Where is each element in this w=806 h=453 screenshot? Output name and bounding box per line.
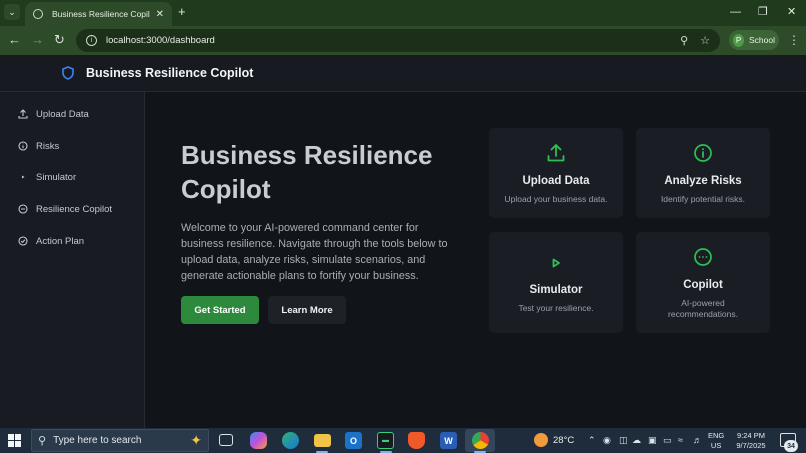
restore-icon[interactable]: ❐ [758, 4, 768, 20]
chrome-app-icon[interactable] [472, 432, 489, 449]
sparkle-icon: ✦ [190, 432, 202, 448]
notification-badge: 34 [784, 440, 798, 452]
bookmark-star-icon[interactable]: ☆ [700, 34, 710, 47]
sidebar-item-resilience-copilot[interactable]: Resilience Copilot [18, 201, 112, 217]
sidebar-item-label: Action Plan [36, 235, 85, 247]
taskbar: ⚲ Type here to search ✦ O ▬ W 28°C ⌃ ◉ ◫… [0, 428, 806, 453]
volume-icon[interactable]: ♬ [693, 435, 702, 446]
check-circle-icon [18, 236, 28, 246]
sidebar-item-label: Resilience Copilot [36, 203, 113, 215]
more-menu-icon[interactable]: ⋮ [788, 32, 800, 48]
site-info-icon[interactable]: i [86, 35, 97, 46]
browser-tab[interactable]: Business Resilience Copilot ✕ [25, 2, 172, 26]
task-view-icon[interactable] [219, 434, 233, 446]
avatar: P [733, 33, 744, 47]
device-icon[interactable]: ◫ [619, 435, 628, 446]
outlook-app-icon[interactable]: O [345, 432, 362, 449]
display-icon[interactable]: ▣ [648, 435, 657, 446]
url-text[interactable]: localhost:3000/dashboard [106, 35, 668, 46]
sidebar-item-label: Risks [36, 140, 60, 152]
forward-icon[interactable]: → [31, 32, 44, 48]
browser-tabstrip: ⌄ Business Resilience Copilot ✕ + — ❐ ✕ [0, 0, 806, 26]
sidebar-item-risks[interactable]: Risks [18, 138, 59, 154]
chevron-down-icon: ⌄ [8, 6, 16, 17]
file-explorer-icon[interactable] [314, 434, 331, 447]
chat-icon [694, 248, 712, 266]
upload-icon [547, 144, 565, 162]
card-upload-data[interactable]: Upload Data Upload your business data. [489, 128, 623, 218]
info-icon [18, 141, 28, 151]
new-tab-icon[interactable]: + [178, 5, 186, 19]
clock[interactable]: 9:24 PM 9/7/2025 [733, 431, 769, 451]
back-icon[interactable]: ← [8, 32, 21, 48]
minimize-icon[interactable]: — [730, 4, 741, 20]
card-description: AI-powered recommendations. [668, 298, 738, 319]
brave-app-icon[interactable] [408, 432, 425, 449]
card-description: Upload your business data. [504, 194, 608, 204]
windows-start-icon[interactable] [8, 434, 21, 447]
learn-more-button[interactable]: Learn More [268, 296, 346, 324]
sidebar-item-label: Simulator [36, 171, 77, 183]
card-simulator[interactable]: Simulator Test your resilience. [489, 232, 623, 333]
clock-date: 9/7/2025 [736, 441, 766, 450]
copilot-app-icon[interactable] [250, 432, 267, 449]
terminal-app-icon[interactable]: ▬ [377, 432, 394, 449]
card-description: Identify potential risks. [660, 194, 746, 204]
card-title: Upload Data [522, 175, 590, 187]
sidebar-item-label: Upload Data [36, 108, 89, 120]
record-icon[interactable]: ◉ [603, 435, 611, 446]
play-icon [552, 258, 560, 268]
clock-time: 9:24 PM [737, 431, 765, 440]
card-title: Copilot [683, 279, 723, 291]
battery-icon[interactable]: ▭ [663, 435, 672, 446]
tab-search-button[interactable]: ⌄ [4, 4, 20, 20]
tray-overflow-icon[interactable]: ⌃ [588, 435, 596, 446]
region-code: US [710, 441, 722, 450]
word-app-icon[interactable]: W [440, 432, 457, 449]
card-title: Analyze Risks [664, 175, 742, 187]
get-started-button[interactable]: Get Started [181, 296, 259, 324]
chat-icon [18, 204, 28, 214]
card-description: Test your resilience. [518, 303, 594, 313]
close-tab-icon[interactable]: ✕ [156, 9, 164, 20]
language-code: ENG [708, 431, 725, 440]
address-bar[interactable]: i localhost:3000/dashboard ⚲ ☆ [76, 29, 720, 52]
sidebar-item-simulator[interactable]: Simulator [18, 169, 76, 185]
cloud-icon[interactable]: ☁ [632, 435, 641, 446]
zoom-icon[interactable]: ⚲ [680, 34, 688, 47]
hero-description: Welcome to your AI-powered command cente… [181, 222, 448, 282]
wifi-icon[interactable]: ≈ [678, 435, 683, 446]
upload-icon [18, 109, 28, 119]
browser-toolbar: ← → ↻ i localhost:3000/dashboard ⚲ ☆ P S… [0, 26, 806, 55]
window-close-icon[interactable]: ✕ [787, 4, 796, 20]
shield-icon [62, 66, 74, 80]
globe-icon [33, 9, 43, 19]
search-placeholder: Type here to search [53, 435, 142, 446]
profile-label: School [749, 35, 775, 45]
profile-button[interactable]: P School [729, 30, 779, 50]
taskbar-search[interactable]: ⚲ Type here to search ✦ [31, 429, 209, 452]
sidebar-item-action-plan[interactable]: Action Plan [18, 233, 84, 249]
language-indicator[interactable]: ENG US [708, 431, 724, 451]
app-title: Business Resilience Copilot [86, 66, 254, 80]
sidebar-item-upload-data[interactable]: Upload Data [18, 106, 89, 122]
card-title: Simulator [529, 284, 583, 296]
tab-title: Business Resilience Copilot [52, 9, 150, 19]
weather-temp[interactable]: 28°C [553, 435, 574, 446]
search-icon: ⚲ [38, 435, 47, 447]
reload-icon[interactable]: ↻ [54, 32, 65, 48]
info-icon [694, 144, 712, 162]
hero-title: Business Resilience Copilot [181, 140, 433, 204]
edge-app-icon[interactable] [282, 432, 299, 449]
weather-icon[interactable] [534, 433, 548, 447]
play-icon [22, 175, 25, 179]
card-analyze-risks[interactable]: Analyze Risks Identify potential risks. [636, 128, 770, 218]
card-copilot[interactable]: Copilot AI-powered recommendations. [636, 232, 770, 333]
